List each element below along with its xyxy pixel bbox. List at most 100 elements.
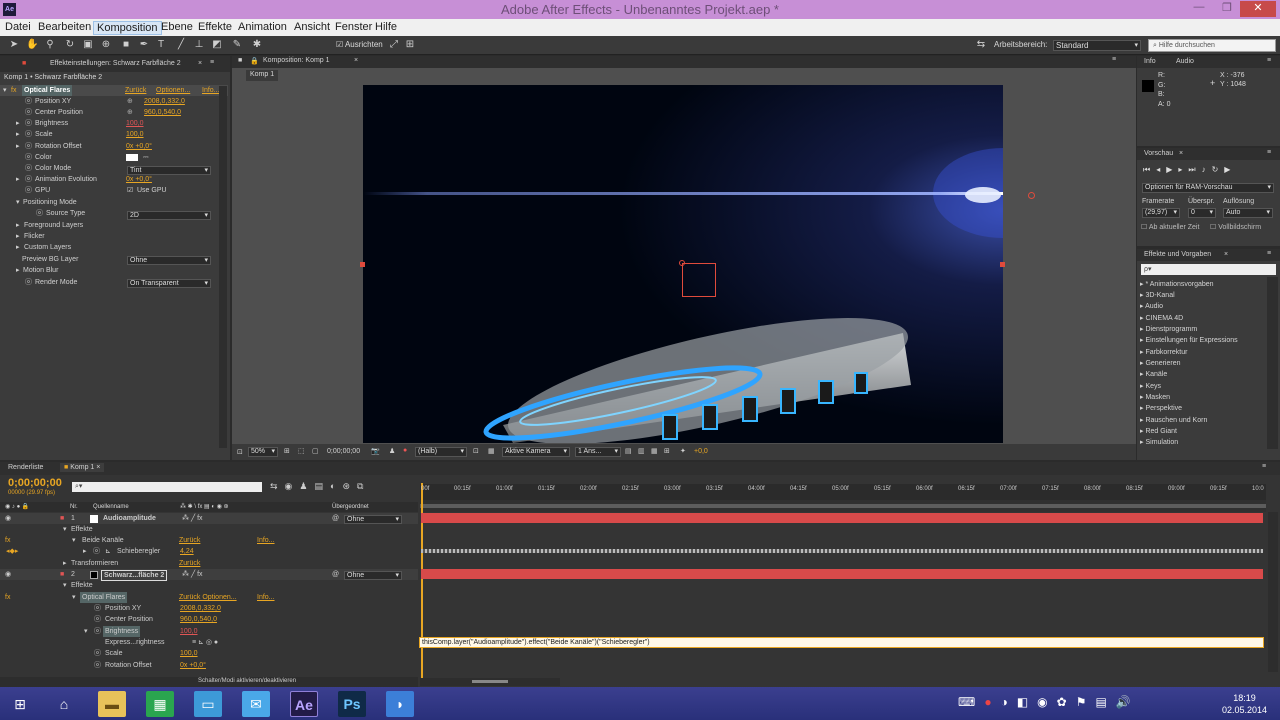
audio-icon[interactable]: ♪ xyxy=(1202,165,1212,174)
layer-prop-row[interactable]: ◂◆▸ ▸ ⓞ ⊾ Schieberegler 4,24 xyxy=(0,546,418,557)
prev-frame-icon[interactable]: ◂ xyxy=(1156,165,1166,174)
parent-select[interactable]: Ohne xyxy=(344,571,402,580)
text-tool-icon[interactable]: T xyxy=(155,39,167,51)
transparency-grid-icon[interactable]: ▦ xyxy=(488,447,495,455)
composition-tab[interactable]: Komposition: Komp 1 xyxy=(263,57,330,64)
menu-bearbeiten[interactable]: Bearbeiten xyxy=(38,21,91,33)
ram-preview-icon[interactable]: ▶ xyxy=(1224,165,1236,174)
preset-item[interactable]: ▸ Masken xyxy=(1140,392,1270,403)
close-button[interactable]: ✕ xyxy=(1240,1,1276,17)
network-icon[interactable]: ▤ xyxy=(1095,695,1115,709)
region-icon[interactable]: ⬚ xyxy=(298,447,305,455)
recorder-icon[interactable]: ● xyxy=(984,695,1000,709)
preset-item[interactable]: ▸ CINEMA 4D xyxy=(1140,313,1270,324)
framerate-select[interactable]: (29,97) xyxy=(1142,208,1180,218)
menu-hilfe[interactable]: Hilfe xyxy=(375,21,397,33)
info-link[interactable]: Info... xyxy=(202,85,220,96)
preset-item[interactable]: ▸ 3D-Kanal xyxy=(1140,290,1270,301)
menu-effekte[interactable]: Effekte xyxy=(198,21,232,33)
loop-icon[interactable]: ↻ xyxy=(1212,165,1225,174)
expression-field[interactable]: thisComp.layer("Audioamplitude").effect(… xyxy=(419,637,1264,648)
prop-foreground-layers[interactable]: ▸ Foreground Layers xyxy=(0,220,228,231)
brainstorm-icon[interactable]: ⊛ xyxy=(342,481,357,491)
frame-blend-icon[interactable]: ▤ xyxy=(314,481,330,491)
layer-prop-row[interactable]: Express...rightness ≡ ⊾ ◎ ● xyxy=(0,637,418,648)
preset-item[interactable]: ▸ Einstellungen für Expressions xyxy=(1140,335,1270,346)
menu-datei[interactable]: Datei xyxy=(5,21,31,33)
menu-ansicht[interactable]: Ansicht xyxy=(294,21,330,33)
comp-mini-flowchart-icon[interactable]: ⇆ xyxy=(270,481,285,491)
minimize-button[interactable]: — xyxy=(1186,1,1212,17)
ram-preview-options-select[interactable]: Optionen für RAM-Vorschau xyxy=(1142,183,1274,193)
last-frame-icon[interactable]: ⏭ xyxy=(1188,165,1201,174)
timeline-search-input[interactable]: ⌕▾ xyxy=(72,482,262,492)
align-checkbox-icon[interactable]: ☑ xyxy=(336,40,343,49)
comp-flowchart-icon[interactable]: ⊞ xyxy=(664,447,670,455)
tray-app-icon[interactable]: ◉ xyxy=(1037,695,1056,709)
prop-center-position[interactable]: ⓞ Center Position ⊕ 960,0,540,0 xyxy=(0,107,228,118)
mask-icon[interactable]: ▢ xyxy=(312,447,319,455)
snap-icon[interactable]: ⤢ xyxy=(388,39,400,51)
preset-item[interactable]: ▸ Kanäle xyxy=(1140,369,1270,380)
timeline-scrollbar[interactable] xyxy=(1268,512,1278,672)
timeline-icon[interactable]: ▦ xyxy=(651,447,658,455)
preset-item[interactable]: ▸ Generieren xyxy=(1140,358,1270,369)
exposure-icon[interactable]: ✦ xyxy=(680,447,686,455)
prop-rotation-offset[interactable]: ▸ ⓞ Rotation Offset 0x +0,0° xyxy=(0,141,228,152)
position-anchor-icon[interactable] xyxy=(679,260,685,266)
roto-brush-tool-icon[interactable]: ✎ xyxy=(231,39,243,51)
bbox-handle-right[interactable] xyxy=(1000,262,1005,267)
maximize-button[interactable]: ❐ xyxy=(1214,1,1240,17)
parent-select[interactable]: Ohne xyxy=(344,515,402,524)
effects-search-input[interactable]: ρ▾ xyxy=(1141,264,1276,275)
keyframes-track[interactable] xyxy=(421,549,1263,553)
composition-viewer[interactable] xyxy=(363,85,1003,443)
preview-bg-select[interactable]: Ohne xyxy=(127,256,211,265)
next-frame-icon[interactable]: ▸ xyxy=(1178,165,1188,174)
puppet-tool-icon[interactable]: ✱ xyxy=(251,39,263,51)
tray-app-icon[interactable]: ◧ xyxy=(1017,695,1037,709)
preset-item[interactable]: ▸ Perspektive xyxy=(1140,403,1270,414)
pen-tool-icon[interactable]: ✒ xyxy=(138,39,150,51)
viewer-timecode[interactable]: 0;00;00;00 xyxy=(327,448,360,455)
eyedropper-icon[interactable]: ⎓ xyxy=(143,152,149,163)
layer-prop-row[interactable]: ⓞ Position XY 2008,0,332,0 xyxy=(0,603,418,614)
render-queue-tab[interactable]: Renderliste xyxy=(8,464,43,471)
panel-menu-icon[interactable]: ≡ xyxy=(1262,463,1266,470)
tab-close-icon[interactable]: × xyxy=(198,60,202,67)
prop-motion-blur[interactable]: ▸ Motion Blur xyxy=(0,265,228,276)
snap-options-icon[interactable]: ⊞ xyxy=(404,39,416,51)
effect-controls-tab[interactable]: Effekteinstellungen: Schwarz Farbfläche … xyxy=(50,60,181,67)
layer-prop-row[interactable]: ▸ Transformieren Zurück xyxy=(0,558,418,569)
prop-animation-evolution[interactable]: ▸ ⓞ Animation Evolution 0x +0,0° xyxy=(0,174,228,185)
tab-close-icon[interactable]: × xyxy=(354,57,358,64)
roi-icon[interactable]: ⊡ xyxy=(473,447,479,455)
layer-prop-row[interactable]: ▾ ⓞ Brightness 100,0 xyxy=(0,626,418,637)
camera-select[interactable]: Aktive Kamera xyxy=(502,447,570,457)
panel-menu-icon[interactable]: ≡ xyxy=(1267,250,1271,257)
app-icon[interactable]: ◗ xyxy=(386,691,414,717)
panel-menu-icon[interactable]: ≡ xyxy=(1267,149,1271,156)
graph-editor-icon[interactable]: ⧉ xyxy=(357,481,370,491)
always-preview-icon[interactable]: ⊡ xyxy=(237,448,243,456)
mail-app-icon[interactable]: ✉ xyxy=(242,691,270,717)
prop-positioning-mode[interactable]: ▾ Positioning Mode xyxy=(0,197,228,208)
options-link[interactable]: Optionen... xyxy=(156,85,190,96)
tray-app-icon[interactable]: ◑ xyxy=(1001,695,1017,709)
brush-tool-icon[interactable]: ╱ xyxy=(175,39,187,51)
audio-tab[interactable]: Audio xyxy=(1176,58,1194,65)
flag-icon[interactable]: ⚑ xyxy=(1076,695,1096,709)
layer-bar-audioamplitude[interactable] xyxy=(421,513,1263,523)
menu-ebene[interactable]: Ebene xyxy=(161,21,193,33)
menu-fenster[interactable]: Fenster xyxy=(335,21,372,33)
prop-gpu[interactable]: ⓞ GPU ☑ Use GPU xyxy=(0,185,228,196)
workspace-select[interactable]: Standard xyxy=(1053,40,1141,51)
channel-icon[interactable]: ● xyxy=(403,447,407,454)
exposure-value[interactable]: +0,0 xyxy=(694,448,708,455)
show-snapshot-icon[interactable]: ♟ xyxy=(389,447,395,455)
volume-icon[interactable]: 🔊 xyxy=(1116,695,1140,709)
layer-prop-row[interactable]: ⓞ Scale 100,0 xyxy=(0,648,418,659)
layer-prop-row[interactable]: ▾ Effekte xyxy=(0,524,418,535)
prop-scale[interactable]: ▸ ⓞ Scale 100,0 xyxy=(0,129,228,140)
photoshop-taskbar-button[interactable]: Ps xyxy=(338,691,366,717)
